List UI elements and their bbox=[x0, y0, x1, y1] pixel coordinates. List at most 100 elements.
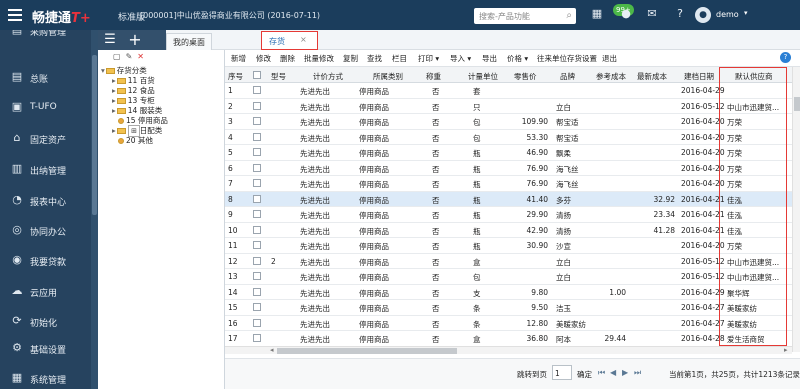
first-page-icon[interactable]: ⏮ bbox=[598, 368, 605, 378]
sidebar-item-system[interactable]: ▦ 系统管理 bbox=[0, 363, 98, 389]
list-icon[interactable]: ☰ bbox=[103, 33, 117, 47]
user-name[interactable]: demo bbox=[716, 10, 739, 19]
row-checkbox[interactable] bbox=[253, 101, 261, 110]
horizontal-scrollbar[interactable]: ◂ ▸ bbox=[225, 346, 792, 354]
table-row[interactable]: 4 先进先出 停用商品否包 53.30 帮宝适 2016-04-20 万荣 bbox=[225, 130, 792, 145]
row-checkbox[interactable] bbox=[253, 287, 261, 296]
row-checkbox[interactable] bbox=[253, 210, 261, 218]
row-checkbox[interactable] bbox=[253, 318, 261, 327]
help-icon[interactable]: ? bbox=[780, 52, 791, 63]
search-input[interactable]: 搜索-产品功能 ⌕ bbox=[474, 8, 576, 24]
export-button[interactable]: 导出 bbox=[482, 53, 497, 64]
chevron-down-icon[interactable]: ▾ bbox=[744, 9, 748, 17]
expand-icon[interactable]: ▸ bbox=[112, 76, 116, 85]
vertical-scrollbar[interactable] bbox=[792, 67, 800, 352]
row-checkbox[interactable] bbox=[253, 179, 261, 187]
scroll-left-icon[interactable]: ◂ bbox=[270, 346, 274, 354]
column-header-reference-cost[interactable]: 参考成本 bbox=[596, 71, 626, 82]
sidebar-item-purchase[interactable]: ▤ 采购管理 bbox=[0, 30, 98, 45]
column-header-latest-cost[interactable]: 最新成本 bbox=[637, 71, 667, 82]
page-number-input[interactable]: 1 bbox=[552, 365, 572, 380]
sidebar-scrollbar[interactable] bbox=[91, 30, 98, 389]
sidebar-item-cooperation[interactable]: ◎ 协同办公 bbox=[0, 215, 98, 245]
row-checkbox[interactable] bbox=[253, 117, 261, 125]
row-checkbox[interactable] bbox=[253, 194, 261, 203]
column-header-model[interactable]: 型号 bbox=[271, 71, 286, 82]
scrollbar-thumb[interactable] bbox=[277, 348, 457, 354]
print-dropdown[interactable]: 打印 ▾ bbox=[418, 53, 439, 64]
sidebar-item-tufo[interactable]: ▣ T-UFO bbox=[0, 92, 98, 122]
copy-button[interactable]: 复制 bbox=[343, 53, 358, 64]
delete-node-icon[interactable]: ✕ bbox=[137, 52, 144, 61]
row-checkbox[interactable] bbox=[253, 225, 261, 234]
sidebar-item-fixed-assets[interactable]: ⌂ 固定资产 bbox=[0, 123, 98, 153]
calendar-icon[interactable]: ▦ bbox=[590, 7, 604, 21]
table-row[interactable]: 7 先进先出 停用商品否瓶 76.90 海飞丝 2016-04-20 万荣 bbox=[225, 176, 792, 192]
add-button[interactable]: 新增 bbox=[231, 53, 246, 64]
table-row[interactable]: 13 先进先出 停用商品否包立白 2016-05-12 中山市迅建贸... bbox=[225, 269, 792, 285]
table-row[interactable]: 2 先进先出 停用商品否只立白 2016-05-12 中山市迅建贸... bbox=[225, 99, 792, 114]
table-row[interactable]: 15 先进先出 停用商品否条 9.50 洁玉 2016-04-27 美暖家纺 bbox=[225, 300, 792, 316]
column-header-weighed[interactable]: 称重 bbox=[426, 71, 441, 82]
column-header-default-supplier[interactable]: 默认供应商 bbox=[735, 71, 773, 82]
scrollbar-thumb[interactable] bbox=[92, 55, 97, 215]
menu-toggle-icon[interactable] bbox=[8, 9, 22, 21]
columns-button[interactable]: 栏目 bbox=[392, 53, 407, 64]
row-checkbox[interactable] bbox=[253, 303, 261, 311]
close-icon[interactable]: × bbox=[300, 35, 307, 44]
expand-icon[interactable]: ▸ bbox=[112, 96, 116, 105]
row-checkbox[interactable] bbox=[253, 272, 261, 280]
column-header-index[interactable]: 序号 bbox=[228, 71, 243, 82]
expand-icon[interactable]: ▸ bbox=[112, 86, 116, 95]
next-page-icon[interactable]: ▶ bbox=[622, 368, 628, 377]
modify-button[interactable]: 修改 bbox=[256, 53, 271, 64]
table-row[interactable]: 12 2 先进先出 停用商品否盒立白 2016-05-12 中山市迅建贸... bbox=[225, 254, 792, 269]
row-checkbox[interactable] bbox=[253, 334, 261, 342]
mail-icon[interactable]: ✉ bbox=[645, 7, 659, 21]
help-icon[interactable]: ? bbox=[673, 7, 687, 21]
table-row[interactable]: 1 先进先出 停用商品否套 2016-04-29 bbox=[225, 83, 792, 99]
partner-inventory-settings-button[interactable]: 往来单位存货设置 bbox=[537, 53, 597, 64]
scrollbar-thumb[interactable] bbox=[794, 97, 800, 111]
column-header-unit[interactable]: 计量单位 bbox=[468, 71, 498, 82]
search-icon[interactable]: ⌕ bbox=[566, 10, 572, 21]
sidebar-item-report-center[interactable]: ◔ 报表中心 bbox=[0, 185, 98, 215]
row-checkbox[interactable] bbox=[253, 148, 261, 156]
confirm-button[interactable]: 确定 bbox=[577, 369, 592, 380]
sidebar-item-cloud[interactable]: ☁ 云应用 bbox=[0, 276, 98, 306]
new-node-icon[interactable]: ▢ bbox=[113, 52, 121, 61]
expand-icon[interactable]: ▸ bbox=[112, 106, 116, 115]
row-checkbox[interactable] bbox=[253, 132, 261, 141]
column-header-retail-price[interactable]: 零售价 bbox=[514, 71, 537, 82]
column-header-category[interactable]: 所属类别 bbox=[373, 71, 403, 82]
table-row[interactable]: 3 先进先出 停用商品否包 109.90 帮宝适 2016-04-20 万荣 bbox=[225, 114, 792, 130]
prev-page-icon[interactable]: ◀ bbox=[610, 368, 616, 377]
mail-badge-icon[interactable]: ● bbox=[619, 7, 633, 21]
table-row[interactable]: 11 先进先出 停用商品否瓶 30.90 沙宣 2016-04-20 万荣 bbox=[225, 238, 792, 254]
sidebar-item-cashier[interactable]: ▥ 出纳管理 bbox=[0, 154, 98, 184]
row-checkbox[interactable] bbox=[253, 86, 261, 94]
avatar[interactable]: ● bbox=[695, 7, 711, 23]
table-row[interactable]: 16 先进先出 停用商品否条 12.80 美暖家纺 2016-04-27 美暖家纺 bbox=[225, 316, 792, 331]
last-page-icon[interactable]: ⏭ bbox=[634, 368, 641, 378]
table-row[interactable]: 9 先进先出 停用商品否瓶 29.90 清扬 23.34 2016-04-21 佳泓 bbox=[225, 207, 792, 223]
table-row[interactable]: 17 先进先出 停用商品否盒 36.80 阿本 29.44 2016-04-28 爱生活商贸 bbox=[225, 331, 792, 345]
tab-home[interactable]: 我的桌面 bbox=[166, 33, 212, 50]
tab-inventory[interactable]: 存货 × bbox=[261, 31, 318, 50]
exit-button[interactable]: 退出 bbox=[602, 53, 617, 64]
edit-node-icon[interactable]: ✎ bbox=[126, 52, 133, 61]
batch-modify-button[interactable]: 批量修改 bbox=[304, 53, 334, 64]
sidebar-item-init[interactable]: ⟳ 初始化 bbox=[0, 306, 98, 336]
expand-icon[interactable]: ▸ bbox=[112, 126, 116, 135]
delete-button[interactable]: 删除 bbox=[280, 53, 295, 64]
sidebar-item-loan[interactable]: ◉ 我要贷款 bbox=[0, 245, 98, 275]
table-row[interactable]: 8 先进先出 停用商品否瓶 41.40 多芬 32.92 2016-04-21 佳泓 bbox=[225, 191, 792, 207]
sidebar-item-basic-settings[interactable]: ⚙ 基础设置 bbox=[0, 333, 98, 363]
sidebar-item-ledger[interactable]: ▤ 总账 bbox=[0, 62, 98, 92]
collapse-icon[interactable]: ▾ bbox=[101, 66, 105, 75]
column-header-valuation[interactable]: 计价方式 bbox=[313, 71, 343, 82]
table-row[interactable]: 6 先进先出 停用商品否瓶 76.90 海飞丝 2016-04-20 万荣 bbox=[225, 161, 792, 176]
table-row[interactable]: 10 先进先出 停用商品否瓶 42.90 清扬 41.28 2016-04-21 佳泓 bbox=[225, 223, 792, 238]
import-dropdown[interactable]: 导入 ▾ bbox=[450, 53, 471, 64]
column-header-brand[interactable]: 品牌 bbox=[560, 71, 575, 82]
